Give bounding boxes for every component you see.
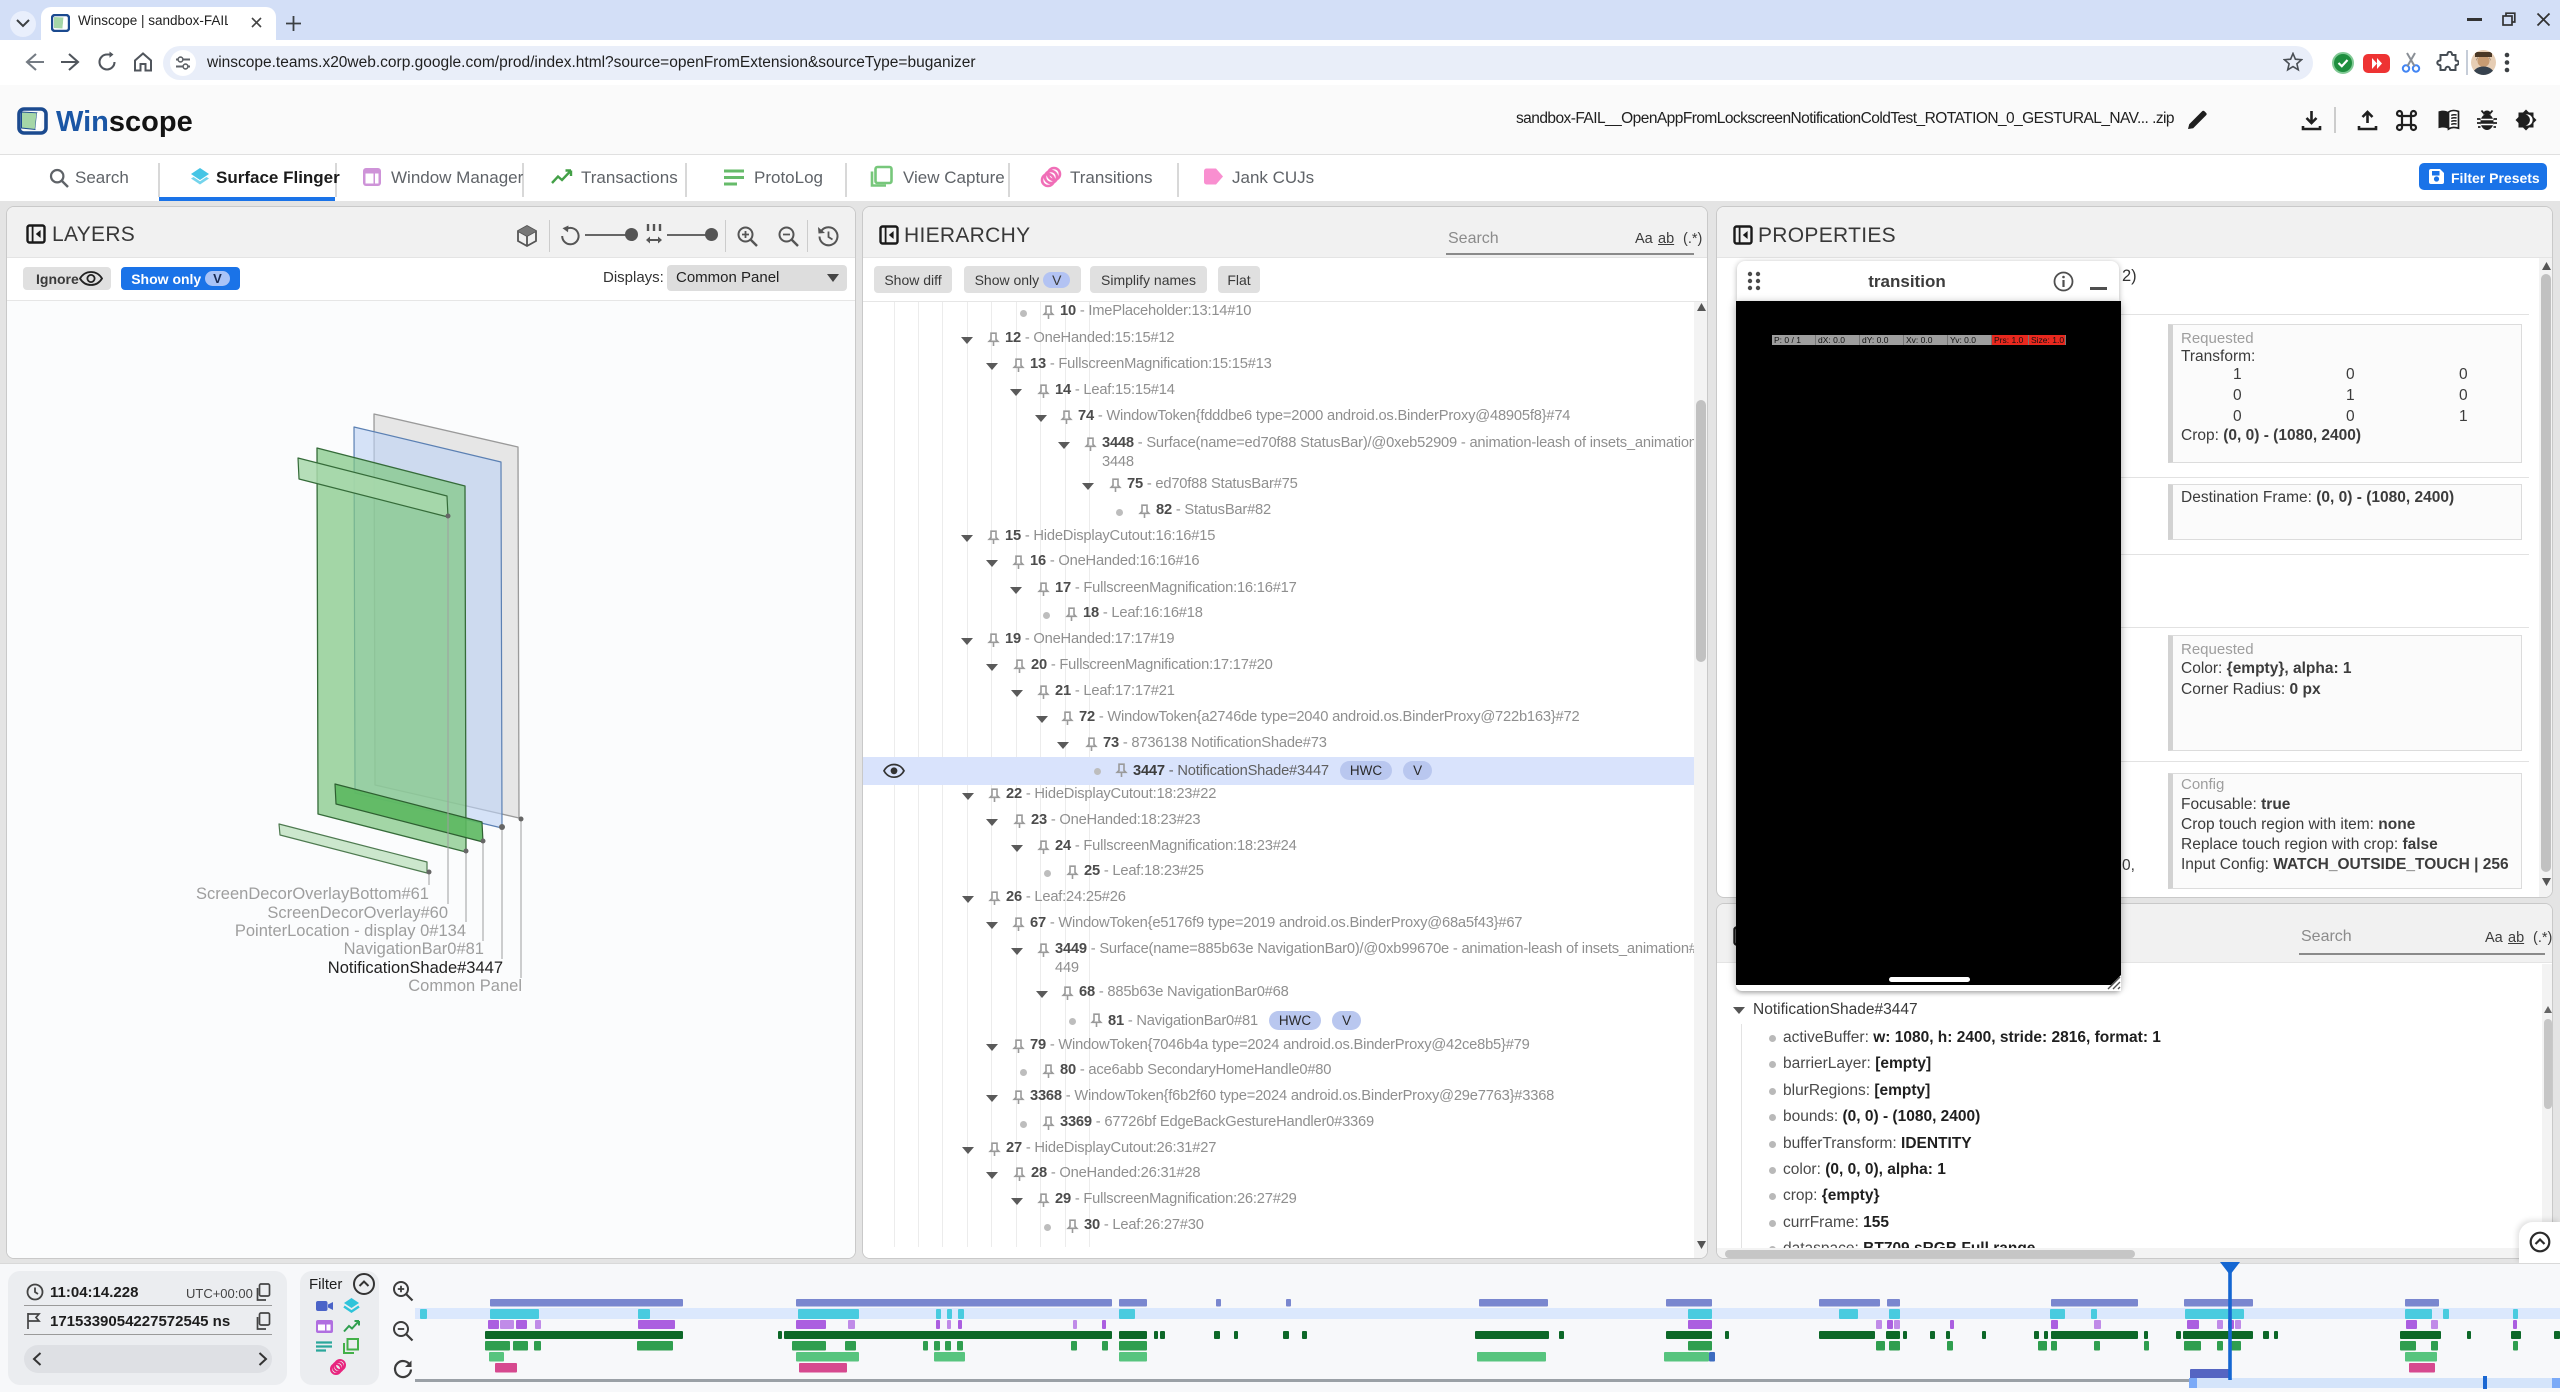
svg-text:PointerLocation - display 0#13: PointerLocation - display 0#134 bbox=[235, 922, 466, 940]
svg-text:NavigationBar0#81: NavigationBar0#81 bbox=[344, 940, 484, 958]
svg-text:NotificationShade#3447: NotificationShade#3447 bbox=[328, 959, 503, 977]
svg-text:ScreenDecorOverlay#60: ScreenDecorOverlay#60 bbox=[267, 904, 448, 922]
svg-text:ScreenDecorOverlayBottom#61: ScreenDecorOverlayBottom#61 bbox=[196, 885, 429, 903]
svg-text:Common Panel: Common Panel bbox=[408, 977, 522, 995]
